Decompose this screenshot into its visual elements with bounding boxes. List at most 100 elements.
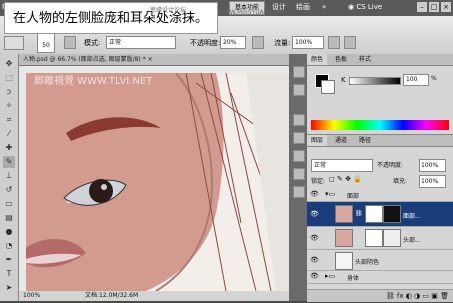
- k-slider[interactable]: [349, 77, 401, 85]
- layer-name: 头部阴色: [355, 259, 380, 266]
- airbrush-icon[interactable]: [328, 36, 340, 49]
- maximize-icon[interactable]: □: [429, 2, 439, 12]
- layers-panel: 图层 通道 路径 正常 不透明度: 100% 锁定: ◻ ✎ ✥ 🔒 填充: 1…: [307, 134, 453, 302]
- lock-label: 锁定:: [311, 178, 326, 185]
- channel-label: K: [341, 76, 346, 84]
- document-tab[interactable]: 人物.psd @ 66.7% (面部点选, 图层蒙版/8) * ×: [19, 54, 289, 66]
- link-icon: ⛓: [355, 210, 363, 217]
- eye-icon[interactable]: 👁: [310, 256, 319, 264]
- pen-tool-icon[interactable]: ✒: [3, 254, 15, 266]
- cs-live-button[interactable]: ◉ CS Live: [348, 1, 382, 14]
- lock-icons[interactable]: ◻ ✎ ✥ 🔒: [329, 175, 362, 183]
- lasso-tool-icon[interactable]: ↄ: [3, 86, 15, 98]
- canvas[interactable]: 脚離視覺 WWW.TLVI.NET: [26, 73, 289, 291]
- status-bar: 100% 文档:12.0M/32.6M: [19, 291, 289, 301]
- minimize-icon[interactable]: –: [417, 2, 427, 12]
- tab-color[interactable]: 颜色: [307, 54, 328, 65]
- adjustments-panel-icon[interactable]: [293, 186, 305, 198]
- magic-wand-icon[interactable]: ✧: [3, 100, 15, 112]
- pressure-size-icon[interactable]: [344, 36, 356, 49]
- actions-panel-icon[interactable]: [293, 84, 305, 96]
- layer-name: 身体: [347, 275, 360, 282]
- opacity-input[interactable]: 20%: [220, 36, 246, 49]
- blend-mode-select[interactable]: 正常: [311, 159, 373, 172]
- tab-styles[interactable]: 样式: [355, 54, 375, 65]
- pressure-opacity-icon[interactable]: [252, 36, 264, 49]
- layer-row-head[interactable]: 👁 头部...: [307, 227, 453, 250]
- fill-input[interactable]: 100%: [419, 175, 446, 188]
- brush-tool-preset-icon[interactable]: [4, 36, 24, 50]
- healing-brush-icon[interactable]: ✚: [3, 142, 15, 154]
- eye-icon[interactable]: 👁: [310, 210, 319, 218]
- window-controls: – □ ×: [415, 2, 451, 12]
- mode-select[interactable]: 正常: [106, 36, 176, 49]
- layers-footer-buttons[interactable]: ⛓ fx ◐ ◑ ▭ ▣ 🗑: [307, 289, 453, 302]
- history-panel-icon[interactable]: [293, 66, 305, 78]
- layer-row-head-shadow[interactable]: 👁 头部阴色: [307, 250, 453, 271]
- background-color-swatch[interactable]: [321, 80, 335, 94]
- opacity-label: 不透明度:: [190, 39, 221, 47]
- layer-mask-thumbnail[interactable]: [365, 229, 383, 247]
- mode-label: 模式:: [84, 39, 101, 47]
- watermark-url: WWW.MISSYUAN.COM: [218, 9, 285, 16]
- tab-paths[interactable]: 路径: [355, 135, 375, 146]
- eye-icon[interactable]: 👁: [310, 272, 319, 280]
- tab-channels[interactable]: 通道: [331, 135, 351, 146]
- layer-opacity-input[interactable]: 100%: [419, 159, 446, 172]
- character-panel-icon[interactable]: [293, 150, 305, 162]
- portrait-artwork: [26, 73, 289, 291]
- eyedropper-icon[interactable]: ⁄: [3, 128, 15, 140]
- doc-size: 文档:12.0M/32.6M: [85, 292, 139, 299]
- tools-panel: ✥ ⬚ ↄ ✧ ⌗ ⁄ ✚ ✎ ⊥ ↺ ▭ ▤ ● ◔ ✒ T ➤: [0, 54, 19, 301]
- k-unit: %: [431, 75, 437, 82]
- paragraph-panel-icon[interactable]: [293, 168, 305, 180]
- layer-thumbnail: [335, 205, 353, 223]
- layer-group-face[interactable]: 👁 ▾▭ 面部: [307, 189, 453, 202]
- workspace-more[interactable]: »: [322, 1, 326, 14]
- crop-tool-icon[interactable]: ⌗: [3, 114, 15, 126]
- folder-icon: ▸▭: [325, 272, 336, 280]
- layer-name: 面部: [347, 193, 360, 200]
- fill-label: 填充:: [393, 178, 408, 185]
- layer-thumbnail: [335, 252, 353, 270]
- layer-opacity-label: 不透明度:: [377, 162, 404, 169]
- blur-tool-icon[interactable]: ●: [3, 226, 15, 238]
- panel-icon-strip: [289, 54, 307, 301]
- clone-source-icon[interactable]: [293, 132, 305, 144]
- brush-panel-icon[interactable]: [64, 36, 76, 49]
- color-panel-tabs: 颜色 色板 样式: [307, 54, 453, 66]
- watermark-forum: 思缘设计论坛: [150, 7, 187, 14]
- layer-mask-thumbnail[interactable]: [365, 205, 383, 223]
- tab-swatches[interactable]: 色板: [331, 54, 351, 65]
- dodge-tool-icon[interactable]: ◔: [3, 240, 15, 252]
- type-tool-icon[interactable]: T: [3, 268, 15, 280]
- k-value-input[interactable]: 100: [403, 74, 429, 86]
- tab-layers[interactable]: 图层: [307, 135, 328, 146]
- path-select-icon[interactable]: ➤: [3, 282, 15, 294]
- flow-input[interactable]: 100%: [292, 36, 324, 49]
- eye-icon[interactable]: 👁: [310, 234, 319, 242]
- color-spectrum-bar[interactable]: [311, 120, 449, 130]
- marquee-tool-icon[interactable]: ⬚: [3, 72, 15, 84]
- zoom-level[interactable]: 100%: [23, 291, 40, 301]
- eye-icon[interactable]: 👁: [310, 190, 319, 198]
- clone-stamp-icon[interactable]: ⊥: [3, 170, 15, 182]
- flow-label: 流量:: [274, 39, 291, 47]
- brush-tool-icon[interactable]: ✎: [3, 156, 15, 168]
- gradient-tool-icon[interactable]: ▤: [3, 212, 15, 224]
- layer-group-body[interactable]: 👁 ▸▭ 身体: [307, 271, 453, 284]
- color-panel: 颜色 色板 样式 K 100 %: [307, 54, 453, 134]
- history-brush-icon[interactable]: ↺: [3, 184, 15, 196]
- vector-mask-thumbnail[interactable]: [383, 205, 401, 223]
- eraser-icon[interactable]: ▭: [3, 198, 15, 210]
- move-tool-icon[interactable]: ✥: [3, 58, 15, 70]
- close-icon[interactable]: ×: [441, 2, 451, 12]
- brush-presets-icon[interactable]: [293, 114, 305, 126]
- layer-name: 面部...: [403, 213, 421, 220]
- vector-mask-thumbnail[interactable]: [383, 229, 401, 247]
- layer-row-selected[interactable]: 👁 ⛓ 面部...: [307, 202, 453, 227]
- canvas-watermark: 脚離視覺 WWW.TLVI.NET: [34, 76, 153, 87]
- workspace-paint[interactable]: 绘画: [296, 1, 310, 14]
- layer-thumbnail: [335, 229, 353, 247]
- brush-size-picker[interactable]: 50: [37, 33, 55, 53]
